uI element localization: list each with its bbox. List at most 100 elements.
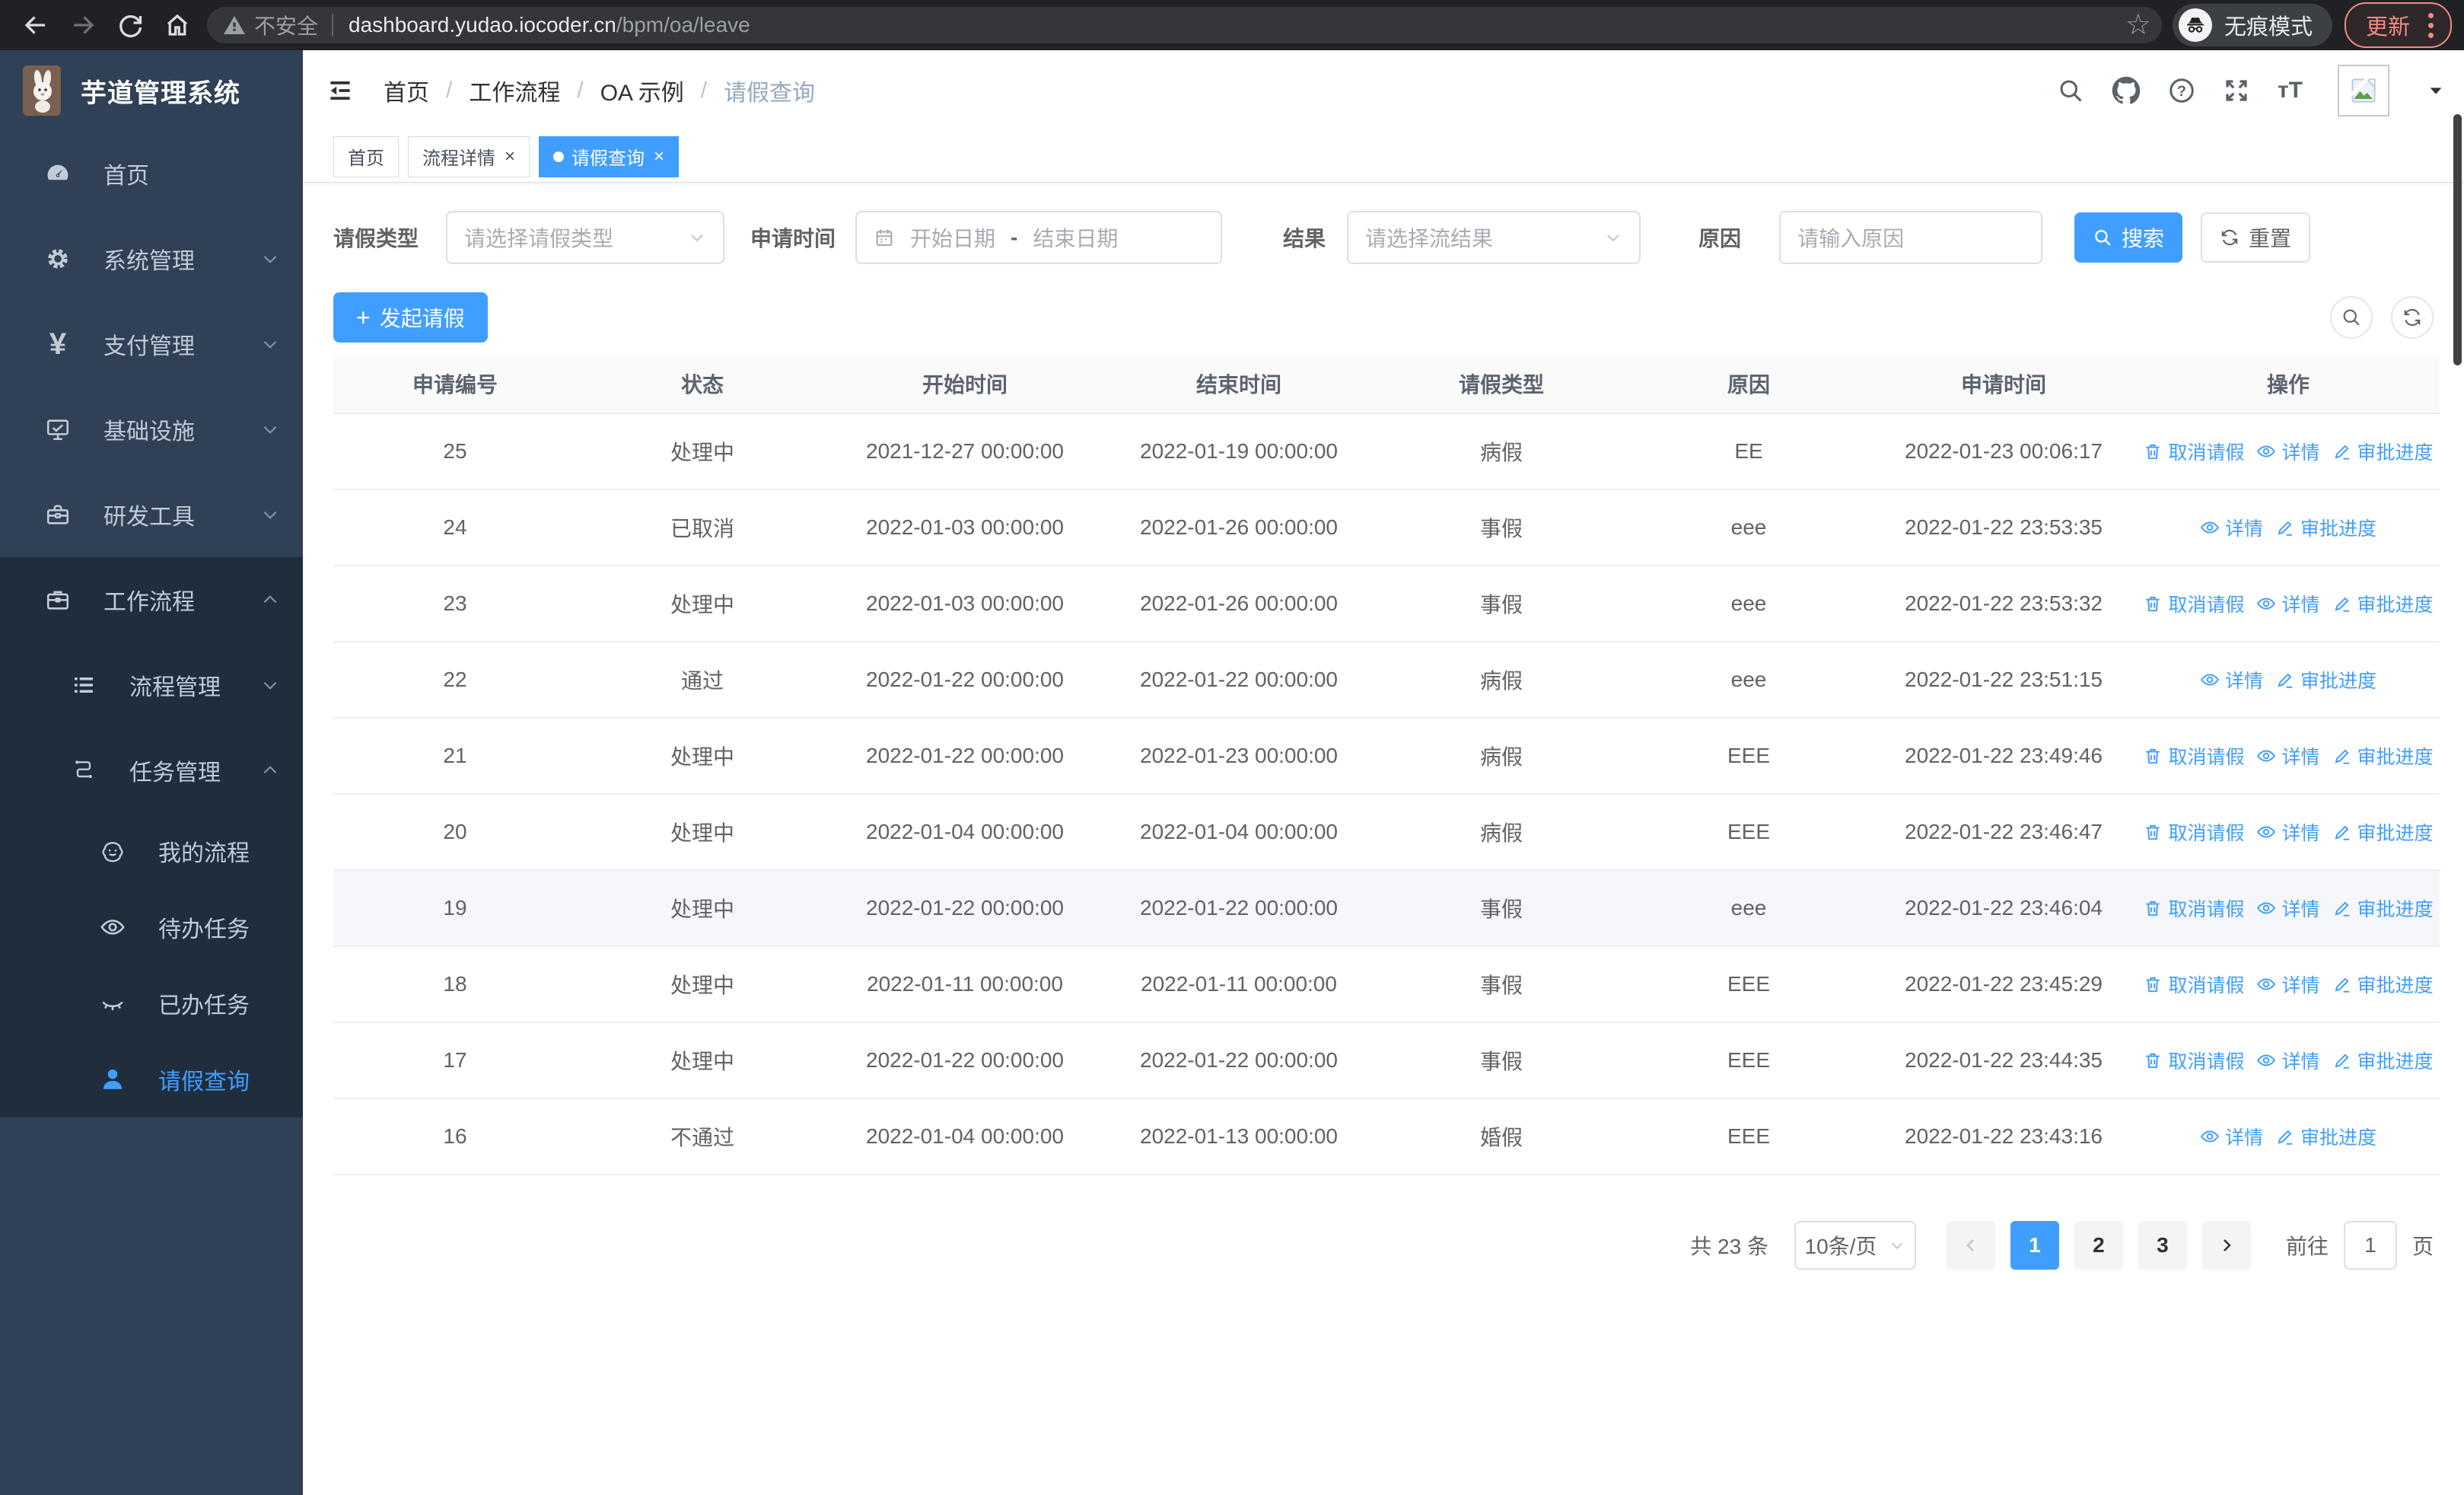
cancel-leave-link[interactable]: 取消请假 <box>2143 1047 2244 1074</box>
detail-link[interactable]: 详情 <box>2256 1047 2320 1074</box>
bookmark-star-icon[interactable]: ☆ <box>2125 11 2151 40</box>
browser-reload-icon[interactable] <box>107 2 154 49</box>
sidebar-item-infra[interactable]: 基础设施 <box>0 387 303 472</box>
approval-progress-link[interactable]: 审批进度 <box>2332 1047 2434 1074</box>
calendar-icon <box>876 229 893 246</box>
approval-progress-link[interactable]: 审批进度 <box>2275 514 2376 541</box>
sidebar-item-system[interactable]: 系统管理 <box>0 216 303 301</box>
approval-progress-link[interactable]: 审批进度 <box>2332 742 2434 770</box>
header-reason: 原因 <box>1627 355 1870 414</box>
search-button[interactable]: 搜索 <box>2074 212 2183 263</box>
refresh-icon <box>2221 229 2238 246</box>
help-icon[interactable]: ? <box>2168 77 2195 104</box>
close-tab-icon[interactable]: × <box>505 146 515 167</box>
approval-progress-link[interactable]: 审批进度 <box>2332 818 2434 846</box>
detail-link[interactable]: 详情 <box>2200 514 2263 541</box>
show-search-button[interactable] <box>2330 296 2373 339</box>
detail-link[interactable]: 详情 <box>2200 1123 2263 1150</box>
sidebar-item-home[interactable]: 首页 <box>0 131 303 216</box>
sidebar-item-devtools[interactable]: 研发工具 <box>0 472 303 557</box>
trash-icon <box>2146 1053 2160 1069</box>
breadcrumb-home[interactable]: 首页 <box>384 74 429 107</box>
leave-table: 申请编号 状态 开始时间 结束时间 请假类型 原因 申请时间 操作 25 处理中… <box>333 355 2440 1175</box>
cancel-leave-link[interactable]: 取消请假 <box>2143 818 2244 846</box>
sidebar-item-todo-tasks[interactable]: 待办任务 <box>0 889 303 965</box>
cancel-leave-link[interactable]: 取消请假 <box>2143 971 2244 998</box>
cancel-leave-link[interactable]: 取消请假 <box>2143 742 2244 770</box>
page-button-3[interactable]: 3 <box>2138 1221 2187 1270</box>
prev-page-button[interactable] <box>1946 1221 1995 1270</box>
cancel-leave-link[interactable]: 取消请假 <box>2143 590 2244 617</box>
approval-progress-link[interactable]: 审批进度 <box>2275 1123 2376 1150</box>
apply-time-range[interactable]: 开始日期 - 结束日期 <box>855 211 1223 264</box>
tab-process-detail[interactable]: 流程详情 × <box>408 135 530 177</box>
reason-input[interactable]: 请输入原因 <box>1779 211 2043 264</box>
create-leave-button[interactable]: + 发起请假 <box>333 292 488 343</box>
detail-link[interactable]: 详情 <box>2256 971 2320 998</box>
page-button-2[interactable]: 2 <box>2074 1221 2123 1270</box>
leave-type-select[interactable]: 请选择请假类型 <box>446 211 725 264</box>
url-bar[interactable]: 不安全 dashboard.yudao.iocoder.cn/bpm/oa/le… <box>207 7 2162 43</box>
cell-start-time: 2022-01-22 00:00:00 <box>828 1022 1102 1099</box>
avatar[interactable] <box>2338 65 2389 116</box>
date-end-placeholder[interactable]: 结束日期 <box>1033 222 1118 253</box>
browser-forward-icon[interactable] <box>59 2 107 49</box>
header-start-time: 开始时间 <box>828 355 1102 414</box>
page-size-select[interactable]: 10条/页 <box>1794 1221 1916 1270</box>
app-title: 芋道管理系统 <box>81 78 240 108</box>
sidebar-collapse-icon[interactable] <box>326 76 355 105</box>
result-select[interactable]: 请选择流结果 <box>1347 211 1641 264</box>
update-button[interactable]: 更新 <box>2344 2 2452 48</box>
user-icon <box>97 1066 128 1092</box>
sidebar-item-workflow[interactable]: 工作流程 <box>0 557 303 642</box>
sidebar-item-leave-query[interactable]: 请假查询 <box>0 1041 303 1117</box>
cell-end-time: 2022-01-22 00:00:00 <box>1102 1022 1376 1099</box>
browser-home-icon[interactable] <box>154 2 201 49</box>
browser-menu-icon[interactable] <box>2421 8 2441 43</box>
detail-link[interactable]: 详情 <box>2200 666 2263 693</box>
breadcrumb-oa-example[interactable]: OA 示例 <box>600 74 684 107</box>
github-icon[interactable] <box>2112 76 2141 105</box>
fullscreen-icon[interactable] <box>2223 77 2250 104</box>
cell-apply-time: 2022-01-22 23:51:15 <box>1870 642 2137 719</box>
breadcrumb-workflow[interactable]: 工作流程 <box>469 74 560 107</box>
cell-status: 处理中 <box>577 946 828 1023</box>
tab-home[interactable]: 首页 <box>333 135 399 177</box>
detail-link[interactable]: 详情 <box>2256 818 2320 846</box>
cancel-leave-link[interactable]: 取消请假 <box>2143 438 2244 465</box>
sidebar-item-payment[interactable]: ¥ 支付管理 <box>0 301 303 387</box>
tab-leave-query[interactable]: 请假查询 × <box>539 135 680 177</box>
next-page-button[interactable] <box>2201 1221 2251 1270</box>
detail-link[interactable]: 详情 <box>2256 590 2320 617</box>
caret-down-icon[interactable] <box>2427 82 2444 99</box>
scrollbar-thumb[interactable] <box>2453 114 2462 365</box>
cell-request-id: 19 <box>333 870 577 947</box>
sidebar-item-done-tasks[interactable]: 已办任务 <box>0 965 303 1041</box>
approval-progress-link[interactable]: 审批进度 <box>2332 438 2434 465</box>
reset-button[interactable]: 重置 <box>2201 212 2311 263</box>
goto-page-input[interactable]: 1 <box>2343 1221 2397 1270</box>
browser-back-icon[interactable] <box>12 2 59 49</box>
detail-link[interactable]: 详情 <box>2256 438 2320 465</box>
goto-unit: 页 <box>2411 1235 2434 1258</box>
approval-progress-link[interactable]: 审批进度 <box>2332 971 2434 998</box>
approval-progress-link[interactable]: 审批进度 <box>2332 894 2434 922</box>
svg-text:?: ? <box>2177 83 2186 100</box>
header-search-icon[interactable] <box>2057 77 2084 104</box>
approval-progress-link[interactable]: 审批进度 <box>2332 590 2434 617</box>
cell-actions: 取消请假 详情 审批进度 <box>2137 870 2440 947</box>
close-tab-icon[interactable]: × <box>654 146 664 167</box>
date-start-placeholder[interactable]: 开始日期 <box>910 222 995 253</box>
detail-link[interactable]: 详情 <box>2256 894 2320 922</box>
refresh-table-button[interactable] <box>2391 296 2434 339</box>
approval-progress-link[interactable]: 审批进度 <box>2275 666 2376 693</box>
sidebar-item-task-mgmt[interactable]: 任务管理 <box>0 728 303 813</box>
cancel-leave-link[interactable]: 取消请假 <box>2143 894 2244 922</box>
detail-link[interactable]: 详情 <box>2256 742 2320 770</box>
sidebar-item-my-process[interactable]: 我的流程 <box>0 813 303 889</box>
cell-status: 处理中 <box>577 413 828 490</box>
sidebar-item-process-mgmt[interactable]: 流程管理 <box>0 642 303 728</box>
briefcase-icon <box>43 587 73 613</box>
page-button-1[interactable]: 1 <box>2010 1221 2059 1270</box>
font-size-icon[interactable]: ᴛT <box>2278 78 2303 104</box>
